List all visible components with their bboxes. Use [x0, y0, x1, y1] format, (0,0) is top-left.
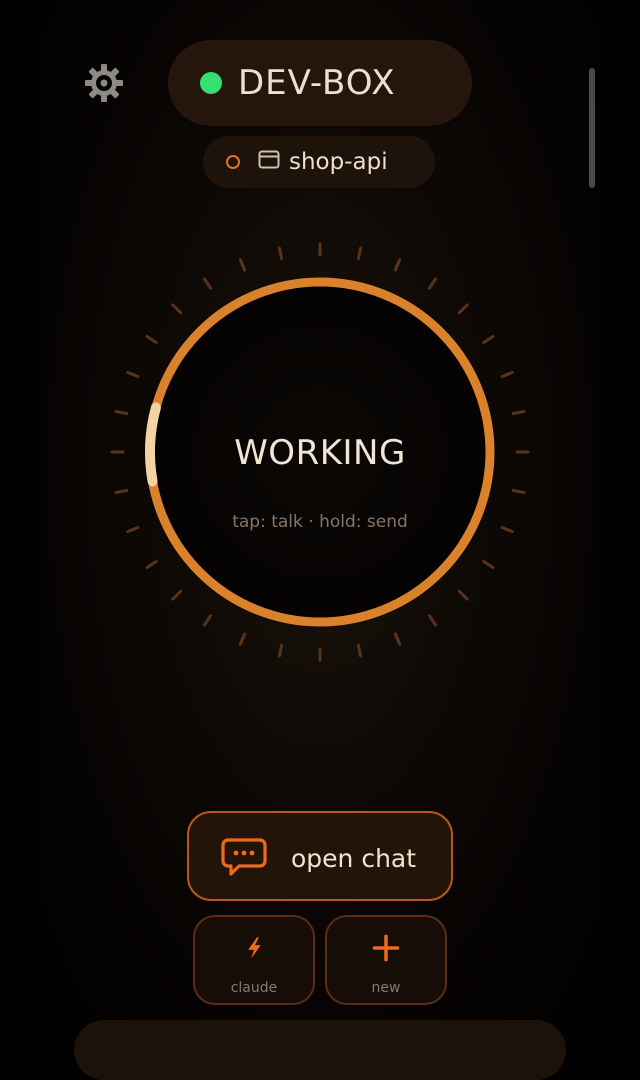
claude-label: claude — [230, 980, 278, 996]
dial-tick — [171, 303, 183, 315]
bottom-input-bar[interactable] — [74, 1020, 566, 1080]
dial-tick — [238, 258, 247, 272]
open-chat-button[interactable]: open chat — [187, 811, 453, 901]
dial-tick — [126, 370, 140, 379]
new-label: new — [371, 980, 401, 996]
dial-tick — [238, 632, 247, 646]
dial-tick — [145, 334, 158, 345]
scrollbar[interactable] — [589, 68, 595, 188]
dial-tick — [171, 589, 183, 601]
dial-tick — [482, 559, 495, 570]
dial-tick — [277, 643, 284, 658]
dial-tick — [114, 409, 129, 416]
window-icon — [258, 150, 280, 169]
dial-tick — [202, 614, 213, 627]
dial-tick — [482, 334, 495, 345]
dial-tick — [393, 632, 402, 646]
open-chat-label: open chat — [291, 844, 417, 873]
plus-icon — [372, 934, 400, 962]
project-status-ring-icon — [226, 155, 240, 169]
new-session-button[interactable]: new — [325, 915, 447, 1005]
dial-tick — [500, 370, 514, 379]
dial-tick — [277, 246, 284, 261]
status-online-indicator — [200, 72, 222, 94]
dial-tick — [511, 488, 526, 495]
host-name: DEV-BOX — [238, 63, 396, 103]
host-selector[interactable]: DEV-BOX — [168, 40, 472, 126]
dial-tick — [457, 589, 469, 601]
dial-tick — [393, 258, 402, 272]
lightning-icon — [248, 937, 261, 959]
claude-button[interactable]: claude — [193, 915, 315, 1005]
project-selector[interactable]: shop-api — [203, 136, 435, 188]
dial-hint: tap: talk · hold: send — [232, 512, 408, 532]
gear-icon — [85, 64, 123, 102]
voice-dial[interactable]: WORKING tap: talk · hold: send — [100, 232, 540, 672]
dial-tick — [356, 246, 363, 261]
project-name: shop-api — [289, 149, 388, 175]
dial-tick — [145, 559, 158, 570]
dial-tick — [356, 643, 363, 658]
dial-tick — [457, 303, 469, 315]
dial-tick — [511, 409, 526, 416]
dial-state-label: WORKING — [234, 433, 406, 473]
settings-button[interactable] — [84, 63, 124, 103]
dial-tick — [427, 277, 438, 290]
chat-bubble-icon — [221, 838, 267, 876]
dial-tick — [427, 614, 438, 627]
dial-tick — [114, 488, 129, 495]
dial-tick — [202, 277, 213, 290]
